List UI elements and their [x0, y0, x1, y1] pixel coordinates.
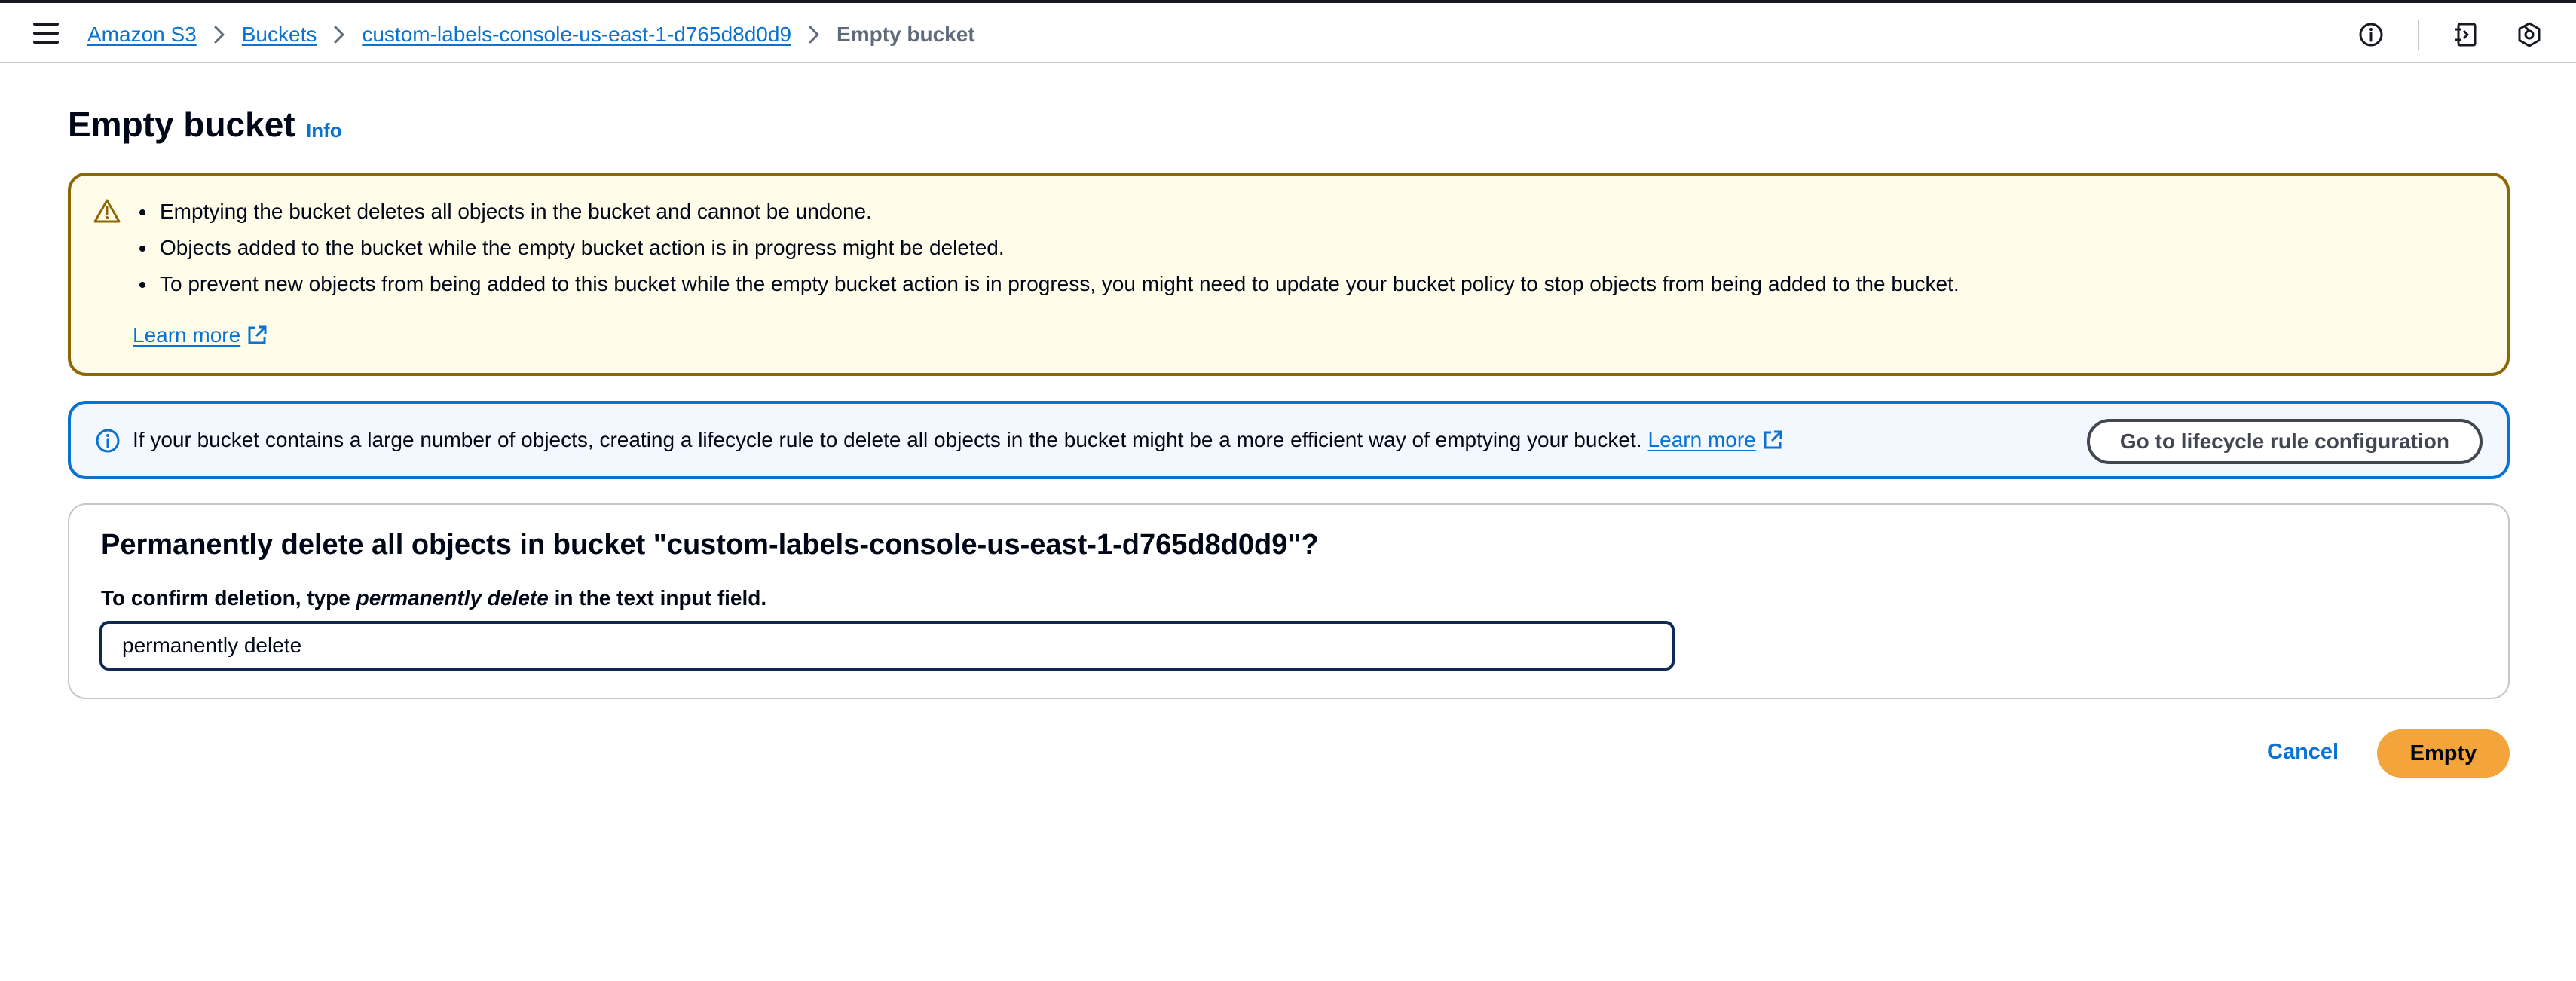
breadcrumb-current: Empty bucket	[837, 23, 975, 46]
top-icon-group	[2324, 18, 2546, 51]
info-message: If your bucket contains a large number o…	[133, 428, 1783, 452]
notes-panel-icon[interactable]	[2449, 18, 2483, 51]
warning-learn-more-link[interactable]: Learn more	[133, 323, 268, 347]
info-circle-icon[interactable]	[2354, 18, 2388, 51]
breadcrumb: Amazon S3 Buckets custom-labels-console-…	[87, 20, 975, 50]
info-text: If your bucket contains a large number o…	[133, 428, 1642, 451]
learn-more-label: Learn more	[133, 323, 241, 347]
chevron-right-icon	[333, 25, 345, 44]
info-alert: If your bucket contains a large number o…	[68, 401, 2510, 479]
icon-divider	[2418, 20, 2419, 50]
chevron-right-icon	[808, 25, 820, 44]
lifecycle-rule-button[interactable]: Go to lifecycle rule configuration	[2086, 419, 2483, 464]
confirm-delete-input[interactable]	[99, 621, 1675, 671]
breadcrumb-amazon-s3[interactable]: Amazon S3	[87, 23, 197, 47]
chevron-right-icon	[213, 25, 225, 44]
warning-triangle-icon	[93, 198, 121, 228]
info-circle-icon	[95, 428, 121, 457]
warning-item: Objects added to the bucket while the em…	[157, 230, 1960, 266]
warning-list: Emptying the bucket deletes all objects …	[130, 194, 1960, 302]
settings-hexagon-icon[interactable]	[2513, 18, 2546, 51]
breadcrumb-buckets[interactable]: Buckets	[242, 23, 317, 47]
info-learn-more-link[interactable]: Learn more	[1648, 428, 1783, 452]
empty-button[interactable]: Empty	[2377, 729, 2510, 778]
confirm-label-suffix: in the text input field.	[554, 586, 767, 610]
external-link-icon	[246, 325, 268, 346]
confirm-delete-panel: Permanently delete all objects in bucket…	[68, 503, 2510, 699]
page-title: Empty bucket	[68, 105, 295, 144]
confirm-label: To confirm deletion, type permanently de…	[101, 586, 766, 610]
learn-more-label: Learn more	[1647, 428, 1756, 451]
warning-alert: Emptying the bucket deletes all objects …	[68, 173, 2510, 376]
cancel-button[interactable]: Cancel	[2267, 740, 2339, 765]
breadcrumb-bucket-name[interactable]: custom-labels-console-us-east-1-d765d8d0…	[362, 23, 791, 47]
top-navigation-bar: Amazon S3 Buckets custom-labels-console-…	[0, 3, 2576, 63]
menu-icon[interactable]	[33, 23, 59, 44]
confirm-label-phrase: permanently delete	[356, 586, 549, 610]
warning-item: To prevent new objects from being added …	[157, 266, 1960, 302]
info-link[interactable]: Info	[306, 119, 342, 142]
warning-item: Emptying the bucket deletes all objects …	[157, 194, 1960, 230]
confirm-label-prefix: To confirm deletion, type	[101, 586, 350, 610]
external-link-icon	[1762, 429, 1783, 451]
confirm-heading: Permanently delete all objects in bucket…	[101, 529, 1319, 561]
